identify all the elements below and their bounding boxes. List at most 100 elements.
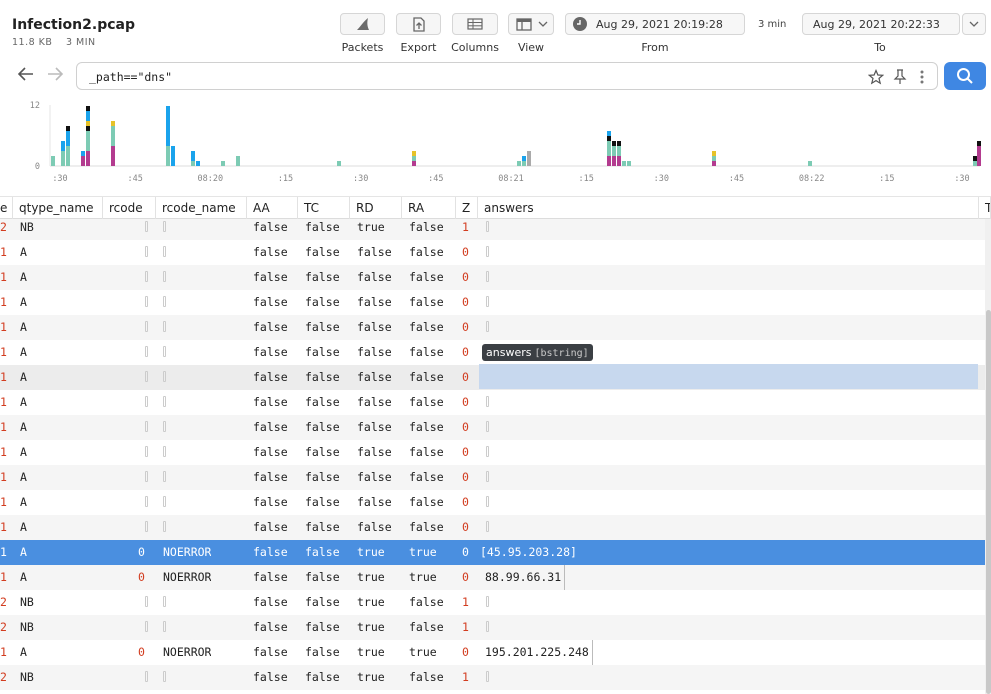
cell-rd[interactable]: true xyxy=(357,565,385,590)
histogram-bar[interactable] xyxy=(66,126,70,131)
cell-ra[interactable]: false xyxy=(409,265,444,290)
cell-e[interactable]: 1 xyxy=(0,265,7,290)
cell-rcode-name[interactable] xyxy=(163,240,166,265)
histogram-bar[interactable] xyxy=(196,161,200,166)
star-button[interactable] xyxy=(867,68,885,89)
cell-rd[interactable]: false xyxy=(357,290,392,315)
histogram-bar[interactable] xyxy=(66,146,70,166)
cell-qtype-name[interactable]: A xyxy=(20,640,27,665)
forward-button[interactable] xyxy=(45,64,65,89)
histogram-bar[interactable] xyxy=(86,111,90,121)
cell-qtype-name[interactable]: A xyxy=(20,465,27,490)
cell-qtype-name[interactable]: A xyxy=(20,490,27,515)
cell-rd[interactable]: true xyxy=(357,219,385,240)
column-header-e[interactable]: e xyxy=(0,197,13,219)
cell-rcode[interactable] xyxy=(145,390,148,415)
cell-rcode[interactable] xyxy=(145,415,148,440)
cell-ra[interactable]: true xyxy=(409,540,437,565)
histogram-bar[interactable] xyxy=(808,161,812,166)
cell-aa[interactable]: false xyxy=(253,219,288,240)
histogram-bar[interactable] xyxy=(166,106,170,146)
table-row[interactable]: 2 NB false false true false 1 xyxy=(0,219,985,240)
histogram-bar[interactable] xyxy=(712,161,716,166)
histogram-bar[interactable] xyxy=(86,106,90,111)
cell-aa[interactable]: false xyxy=(253,315,288,340)
cell-tc[interactable]: false xyxy=(305,590,340,615)
histogram-bar[interactable] xyxy=(81,156,85,166)
histogram-bar[interactable] xyxy=(61,151,65,166)
histogram-bar[interactable] xyxy=(522,156,526,161)
cell-z[interactable]: 1 xyxy=(462,665,469,690)
cell-rcode[interactable]: 0 xyxy=(138,565,145,590)
cell-rcode-name[interactable] xyxy=(163,590,166,615)
pin-button[interactable] xyxy=(893,69,907,89)
histogram-bar[interactable] xyxy=(607,131,611,136)
cell-z[interactable]: 0 xyxy=(462,565,469,590)
histogram-bar[interactable] xyxy=(617,146,621,156)
cell-tc[interactable]: false xyxy=(305,240,340,265)
histogram-bar[interactable] xyxy=(66,131,70,146)
cell-qtype-name[interactable]: A xyxy=(20,365,27,390)
cell-rcode-name[interactable] xyxy=(163,415,166,440)
cell-ra[interactable]: false xyxy=(409,390,444,415)
cell-rd[interactable]: false xyxy=(357,390,392,415)
cell-rcode[interactable] xyxy=(145,365,148,390)
table-row[interactable]: 1 A 0 NOERROR false false true true 0 88.99.66.31 xyxy=(0,565,985,590)
cell-rd[interactable]: true xyxy=(357,590,385,615)
cell-rd[interactable]: false xyxy=(357,515,392,540)
histogram-bar[interactable] xyxy=(627,161,631,166)
cell-aa[interactable]: false xyxy=(253,465,288,490)
cell-e[interactable]: 1 xyxy=(0,315,7,340)
cell-tc[interactable]: false xyxy=(305,565,340,590)
cell-aa[interactable]: false xyxy=(253,265,288,290)
cell-e[interactable]: 2 xyxy=(0,615,7,640)
cell-tc[interactable]: false xyxy=(305,665,340,690)
cell-rcode[interactable] xyxy=(145,440,148,465)
scrollbar-thumb[interactable] xyxy=(986,310,991,694)
cell-tc[interactable]: false xyxy=(305,290,340,315)
view-button[interactable] xyxy=(508,13,554,35)
column-header-rcode[interactable]: rcode xyxy=(103,197,156,219)
cell-tc[interactable]: false xyxy=(305,440,340,465)
columns-button[interactable] xyxy=(452,13,498,35)
cell-ra[interactable]: false xyxy=(409,590,444,615)
histogram-bar[interactable] xyxy=(111,126,115,146)
histogram-bar[interactable] xyxy=(51,156,55,166)
cell-qtype-name[interactable]: A xyxy=(20,240,27,265)
cell-rd[interactable]: false xyxy=(357,440,392,465)
cell-ra[interactable]: false xyxy=(409,440,444,465)
histogram-bar[interactable] xyxy=(111,146,115,166)
cell-z[interactable]: 0 xyxy=(462,265,469,290)
column-header-aa[interactable]: AA xyxy=(247,197,298,219)
histogram-bar[interactable] xyxy=(86,151,90,166)
cell-ra[interactable]: false xyxy=(409,219,444,240)
histogram-bar[interactable] xyxy=(412,156,416,161)
histogram-svg[interactable]: 12 0:30:45 08:20:15:30:45 08:21:15:30:45 08:… xyxy=(0,96,991,194)
cell-rd[interactable]: true xyxy=(357,615,385,640)
cell-z[interactable]: 0 xyxy=(462,365,469,390)
histogram-bar[interactable] xyxy=(712,156,716,161)
table-row[interactable]: 1 Afalse false false false 0 xyxy=(0,390,985,415)
cell-ra[interactable]: false xyxy=(409,615,444,640)
histogram-bar[interactable] xyxy=(412,151,416,156)
more-options-button[interactable] xyxy=(919,69,925,89)
histogram-bar[interactable] xyxy=(607,156,611,166)
table-row[interactable]: 1 A 0 NOERROR false false true true 0 195.201.225… xyxy=(0,640,985,665)
cell-answers[interactable] xyxy=(486,590,489,615)
cell-tc[interactable]: false xyxy=(305,540,340,565)
table-row[interactable]: 2 NB false false true false 1 xyxy=(0,590,985,615)
cell-rcode[interactable]: 0 xyxy=(138,540,145,565)
cell-rcode[interactable] xyxy=(145,340,148,365)
table-body[interactable]: 2 NB false false true false 1 1 Afalse false false… xyxy=(0,219,985,694)
cell-rcode-name[interactable] xyxy=(163,465,166,490)
cell-ra[interactable]: false xyxy=(409,315,444,340)
histogram-bar[interactable] xyxy=(221,161,225,166)
column-header-tc[interactable]: TC xyxy=(298,197,350,219)
run-search-button[interactable] xyxy=(944,62,986,90)
cell-tc[interactable]: false xyxy=(305,219,340,240)
cell-rcode[interactable]: 0 xyxy=(138,640,145,665)
cell-rcode-name[interactable] xyxy=(163,315,166,340)
table-row[interactable]: 2 NB false false true false 1 xyxy=(0,615,985,640)
cell-tc[interactable]: false xyxy=(305,640,340,665)
cell-aa[interactable]: false xyxy=(253,240,288,265)
